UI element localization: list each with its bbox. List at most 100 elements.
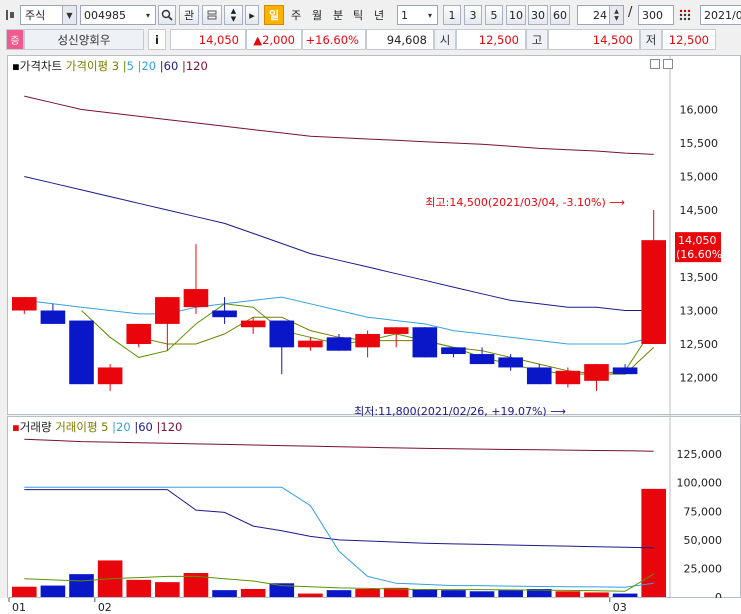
price-tick-label: 15,500 [680, 137, 719, 150]
volume-bar [641, 488, 666, 597]
zoom-spinner[interactable]: ▲ ▼ [609, 6, 623, 24]
current-price: 14,050 [170, 29, 246, 50]
high-label: 고 [526, 29, 548, 50]
volume-bar [412, 589, 438, 597]
price-ma-5: 5 [126, 59, 134, 73]
volume-bar [441, 590, 466, 597]
price-panel-minimize-icon[interactable] [650, 59, 660, 69]
market-select[interactable]: 주식 ▼ [20, 5, 77, 25]
interval-3-button[interactable]: 3 [464, 5, 482, 25]
volume-tick-label: 50,000 [684, 534, 723, 547]
min-price-annotation: 최저:11,800(2021/02/26, +19.07%) ⟶ [354, 405, 566, 416]
candle-body [441, 347, 466, 355]
search-button[interactable] [158, 5, 176, 25]
candle-body [498, 357, 523, 368]
interval-10-button[interactable]: 10 [506, 5, 526, 25]
date-input[interactable]: 2021/0 [700, 5, 741, 25]
period-year[interactable]: 년 [369, 5, 389, 25]
period-minute[interactable]: 분 [328, 5, 348, 25]
x-axis: 01 02 03 [0, 598, 741, 614]
candle-body [641, 240, 666, 344]
stock-code-value: 004985 [84, 8, 126, 22]
volume-bar [155, 582, 180, 597]
volume-bar [555, 591, 581, 597]
interval-select[interactable]: 1 ▾ [397, 5, 438, 25]
volume-bar [40, 585, 66, 597]
chevron-down-icon: ▼ [62, 6, 76, 24]
settings-grid-icon[interactable] [677, 5, 693, 25]
expand-icon[interactable]: ▸ [245, 5, 259, 25]
interval-1-button[interactable]: 1 [443, 5, 461, 25]
search-icon [161, 9, 173, 21]
candle-body [383, 327, 409, 334]
slash-separator: / [628, 5, 633, 20]
quote-bar: 증 성신양회우 i 14,050 ▲2,000 +16.60% 94,608 시… [0, 29, 741, 51]
volume-ma-20: 20 [116, 420, 131, 434]
candle-body [40, 310, 66, 324]
vol-ma120-line [24, 438, 654, 452]
period-tick[interactable]: 틱 [348, 5, 368, 25]
period-day[interactable]: 일 [264, 5, 284, 25]
interval-60-button[interactable]: 60 [550, 5, 570, 25]
info-button[interactable]: i [148, 29, 166, 50]
period-month[interactable]: 월 [307, 5, 327, 25]
price-ma-120: 120 [185, 59, 208, 73]
price-panel-maximize-icon[interactable] [663, 59, 673, 69]
open-label: 시 [434, 29, 456, 50]
volume-tick-label: 75,000 [684, 505, 723, 518]
compare-button[interactable] [202, 5, 222, 25]
price-tick-label: 13,000 [680, 305, 719, 318]
candle-body [412, 327, 438, 358]
market-select-value: 주식 [25, 9, 46, 22]
last-price-label: 14,050 [678, 234, 717, 247]
x-tick-label: 03 [613, 601, 627, 614]
related-button[interactable]: 관 [179, 5, 199, 25]
candle-body [326, 337, 352, 351]
low-label: 저 [640, 29, 662, 50]
change-percent: +16.60% [302, 29, 366, 50]
high-price: 14,500 [548, 29, 640, 50]
volume-bar [12, 586, 37, 597]
volume-bar [498, 590, 523, 597]
price-legend: ▪가격차트 가격이평 3 |5 |20 |60 |120 [12, 58, 208, 74]
candle-body [612, 367, 638, 375]
candle-body [240, 320, 266, 328]
candle-body [469, 354, 495, 365]
total-count-input[interactable]: 300 [638, 5, 674, 25]
period-week[interactable]: 주 [286, 5, 306, 25]
price-tick-label: 15,000 [680, 171, 719, 184]
stock-code-input[interactable]: 004985 ▾ [80, 5, 156, 25]
interval-5-button[interactable]: 5 [485, 5, 503, 25]
x-tick-label: 01 [12, 601, 26, 614]
zoom-input[interactable]: 24 ▲ ▼ [577, 5, 624, 25]
x-tick-label: 02 [98, 601, 112, 614]
zoom-value: 24 [593, 8, 607, 22]
volume-bar [298, 593, 323, 597]
stock-name: 성신양회우 [24, 29, 144, 50]
price-legend-title: 가격차트 [19, 59, 63, 73]
price-ma-60: 60 [163, 59, 179, 73]
price-tick-label: 12,000 [680, 372, 719, 385]
candle-body [269, 320, 295, 348]
volume-tick-label: 100,000 [677, 477, 723, 490]
menu-grip-icon[interactable] [3, 5, 17, 25]
volume-legend-title: 거래량 [19, 420, 52, 434]
volume-chart-panel[interactable]: 125,000 100,000 75,000 50,000 25,000 0 ▪거래량 거… [7, 416, 741, 604]
volume-tick-label: 125,000 [677, 448, 723, 461]
volume-ma-60: 60 [138, 420, 153, 434]
price-chart-panel[interactable]: 16,00015,50015,00014,50014,00013,50013,0… [7, 55, 741, 418]
volume-legend: ▪거래량 거래이평 5 |20 |60 |120 [12, 419, 182, 435]
ma120-line [24, 95, 654, 155]
candle-body [298, 340, 323, 348]
interval-30-button[interactable]: 30 [528, 5, 548, 25]
candle-body [97, 367, 123, 385]
price-tick-label: 12,500 [680, 338, 719, 351]
low-price: 12,500 [662, 29, 716, 50]
market-badge: 증 [6, 29, 24, 50]
top-toolbar: 주식 ▼ 004985 ▾ 관 ▲ ▼ ▸ 일 주 월 분 틱 년 1 ▾ 1 3… [0, 3, 741, 27]
volume-bar [355, 589, 380, 597]
price-legend-marker: ▪ [12, 59, 20, 73]
candle-body [584, 364, 609, 381]
candle-body [212, 310, 237, 318]
updown-spinner[interactable]: ▲ ▼ [224, 5, 243, 25]
